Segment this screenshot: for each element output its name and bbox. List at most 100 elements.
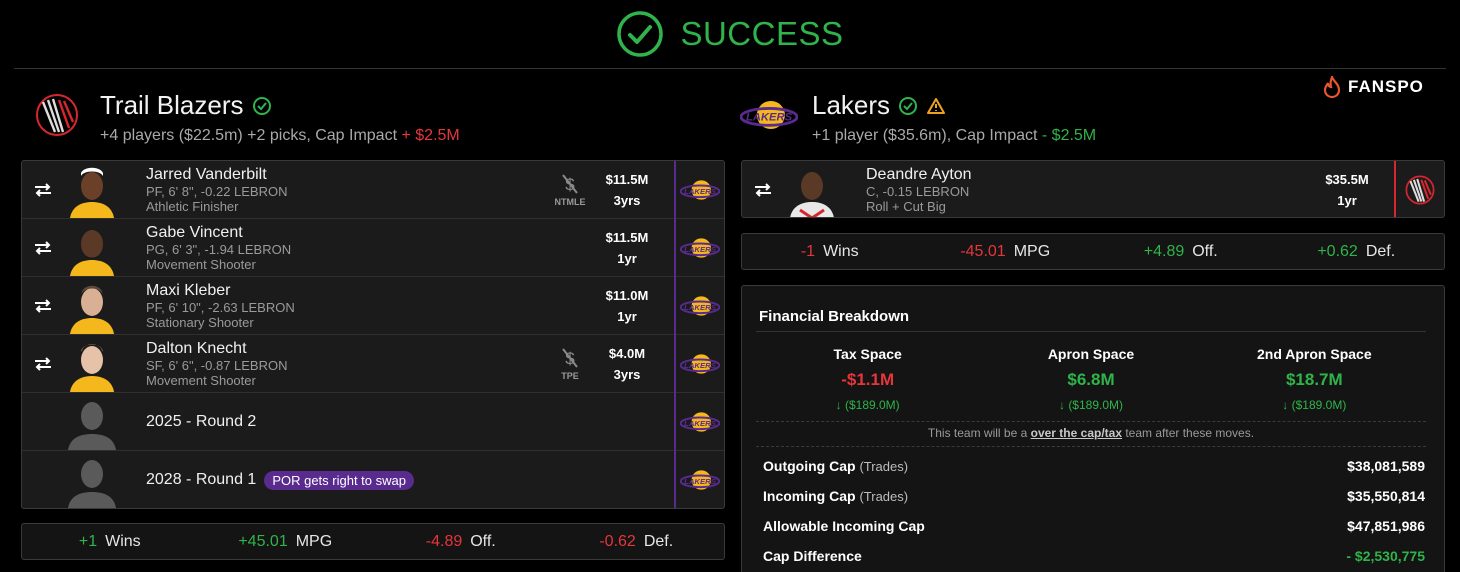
exception-tag: $ TPE [550,347,590,381]
financial-breakdown-panel: Financial Breakdown Tax Space -$1.1M ↓ (… [741,285,1445,572]
player-role: Movement Shooter [146,372,256,388]
player-line: PF, 6' 8", -0.22 LEBRON [146,183,288,199]
team-summary: +1 player ($35.6m), Cap Impact - $2.5M [812,127,1097,144]
svg-text:LAKERS: LAKERS [684,244,717,253]
player-row[interactable]: Dalton Knecht SF, 6' 6", -0.87 LEBRON Mo… [22,334,724,393]
swap-rights-badge: POR gets right to swap [264,470,414,490]
incoming-cap-row: Incoming Cap (Trades) $35,550,814 [763,488,1425,504]
salary: $11.5M [605,229,649,245]
second-apron-space: 2nd Apron Space $18.7M ↓ ($189.0M) [1257,346,1372,412]
svg-text:LAKERS: LAKERS [684,360,717,369]
player-role: Roll + Cut Big [866,199,946,214]
swap-icon[interactable] [22,356,64,371]
trail-blazers-impact-stats: +1 Wins +45.01 MPG -4.89 Off. -0.62 Def. [21,523,725,560]
contract-years: 1yr [617,308,637,324]
player-name[interactable]: Maxi Kleber [146,282,598,300]
svg-text:LAKERS: LAKERS [684,186,717,195]
stat-wins: -1 Wins [800,242,859,260]
lakers-header: LAKERS Lakers +1 player ($35.6m), Cap Im… [740,90,1096,145]
cap-status-note: This team will be a over the cap/tax tea… [927,426,1255,440]
player-name[interactable]: Gabe Vincent [146,224,598,242]
player-line: PG, 6' 3", -1.94 LEBRON [146,241,292,257]
player-name[interactable]: Jarred Vanderbilt [146,166,550,184]
player-role: Movement Shooter [146,256,256,272]
salary: $35.5M [1325,172,1369,187]
lakers-impact-stats: -1 Wins -45.01 MPG +4.89 Off. +0.62 Def. [741,233,1445,270]
salary: $4.0M [608,345,646,361]
team-name: Lakers [812,90,891,120]
no-dollar-icon: $ [562,173,578,194]
swap-icon[interactable] [22,182,64,197]
placeholder-silhouette-icon [64,452,120,508]
player-row[interactable]: Deandre Ayton C, -0.15 LEBRON Roll + Cut… [742,161,1444,217]
brand-name: FANSPO [1348,77,1424,96]
trail-blazers-header: Trail Blazers +4 players ($22.5m) +2 pic… [28,90,460,145]
pick-row[interactable]: 2025 - Round 2 LAKERS [22,392,724,451]
swap-icon[interactable] [22,240,64,255]
player-line: PF, 6' 10", -2.63 LEBRON [146,299,295,315]
team-name: Trail Blazers [100,90,244,120]
trail-blazers-logo [28,90,86,140]
apron-space: Apron Space $6.8M ↓ ($189.0M) [1047,346,1135,412]
pick-name: 2028 - Round 1 [146,471,257,488]
cap-impact: - $2.5M [1041,127,1097,144]
origin-team-lakers-logo: LAKERS [674,218,724,277]
player-row[interactable]: Maxi Kleber PF, 6' 10", -2.63 LEBRON Sta… [22,276,724,335]
origin-team-trail-blazers-logo [1394,161,1444,217]
pick-row[interactable]: 2028 - Round 1 POR gets right to swap LAK… [22,451,724,508]
svg-text:LAKERS: LAKERS [746,112,793,124]
contract-years: 3yrs [613,192,641,208]
arrow-down-icon: ↓ [1282,398,1289,412]
origin-team-lakers-logo: LAKERS [674,451,724,508]
swap-icon[interactable] [22,298,64,313]
contract-years: 3yrs [613,366,641,382]
player-name[interactable]: Dalton Knecht [146,340,550,358]
player-role: Athletic Finisher [146,198,239,214]
contract-years: 1yr [1337,193,1357,208]
svg-text:LAKERS: LAKERS [684,418,717,427]
placeholder-silhouette-icon [64,394,120,450]
player-line: C, -0.15 LEBRON [866,184,970,199]
origin-team-lakers-logo: LAKERS [674,334,724,393]
warning-icon [927,97,946,114]
outgoing-cap-row: Outgoing Cap (Trades) $38,081,589 [763,458,1425,474]
check-circle-icon [899,96,918,115]
player-photo [64,336,120,392]
cap-difference-row: Cap Difference - $2,530,775 [763,548,1425,564]
stat-def: -0.62 Def. [599,532,674,550]
contract-years: 1yr [617,250,637,266]
lakers-logo: LAKERS [740,90,798,140]
player-row[interactable]: Gabe Vincent PG, 6' 3", -1.94 LEBRON Mov… [22,218,724,277]
stat-def: +0.62 Def. [1317,242,1396,260]
player-photo [784,162,840,217]
player-photo [64,220,120,276]
exception-tag: $ NTMLE [550,173,590,207]
fanspo-logo[interactable]: FANSPO [1322,76,1424,98]
stat-off: -4.89 Off. [425,532,496,550]
swap-icon[interactable] [742,183,784,197]
success-text: SUCCESS [680,15,844,52]
player-row[interactable]: Jarred Vanderbilt PF, 6' 8", -0.22 LEBRO… [22,161,724,219]
allowable-incoming-cap-row: Allowable Incoming Cap $47,851,986 [763,518,1425,534]
salary: $11.0M [605,287,649,303]
no-dollar-icon: $ [562,347,578,368]
player-name[interactable]: Deandre Ayton [866,166,1318,184]
svg-text:LAKERS: LAKERS [684,477,717,486]
team-summary: +4 players ($22.5m) +2 picks, Cap Impact… [100,127,460,144]
stat-wins: +1 Wins [78,532,141,550]
player-line: SF, 6' 6", -0.87 LEBRON [146,357,288,373]
arrow-down-icon: ↓ [1058,398,1065,412]
tax-space: Tax Space -$1.1M ↓ ($189.0M) [833,346,902,412]
salary: $11.5M [605,171,649,187]
check-circle-icon [617,11,664,57]
player-photo [64,278,120,334]
player-role: Stationary Shooter [146,314,254,330]
success-banner: SUCCESS [0,0,1460,68]
origin-team-lakers-logo: LAKERS [674,392,724,451]
origin-team-lakers-logo: LAKERS [674,161,724,219]
trail-blazers-incoming-list: Jarred Vanderbilt PF, 6' 8", -0.22 LEBRO… [21,160,725,509]
flame-icon [1323,76,1341,98]
header-divider [14,68,1446,69]
cap-status-link[interactable]: over the cap/tax [1031,426,1122,440]
stat-off: +4.89 Off. [1143,242,1218,260]
